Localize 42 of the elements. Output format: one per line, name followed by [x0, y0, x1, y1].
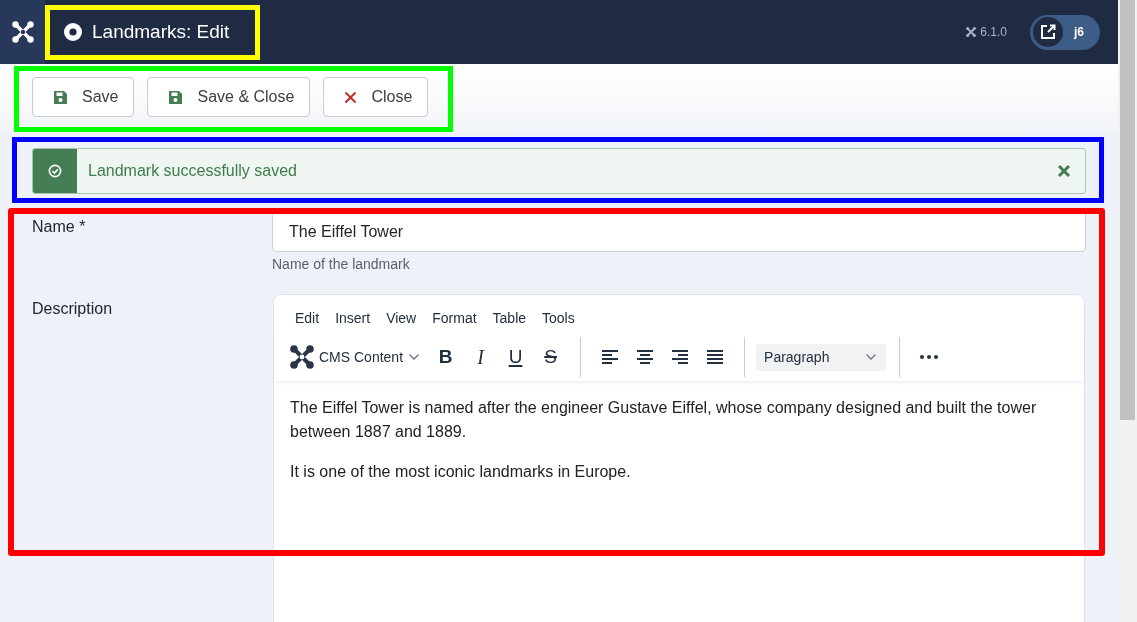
- logo-icon: [966, 27, 977, 37]
- field-label: Description: [32, 299, 114, 318]
- strikethrough-button[interactable]: S: [544, 347, 557, 367]
- close-icon: [344, 90, 358, 104]
- justify-icon[interactable]: [706, 350, 723, 364]
- logo-icon: [290, 345, 314, 369]
- scrollbar-thumb[interactable]: [1120, 0, 1135, 420]
- close-icon[interactable]: [1057, 164, 1071, 178]
- scrollbar-track[interactable]: [1118, 0, 1137, 622]
- more-icon[interactable]: [919, 355, 938, 359]
- version-text: 6.1.0: [980, 25, 1007, 39]
- toolbar-button[interactable]: Save & Close: [147, 77, 311, 117]
- field-hint: Name of the landmark: [272, 256, 410, 273]
- bold-button[interactable]: B: [438, 347, 453, 367]
- logo-icon[interactable]: [0, 0, 45, 64]
- content-dropdown[interactable]: CMS Content: [290, 345, 420, 369]
- menu-item[interactable]: Format: [432, 309, 477, 327]
- alert-message: Landmark successfully saved: [88, 162, 297, 180]
- chevron-down-icon: [866, 354, 877, 360]
- external-link-icon: [1033, 17, 1063, 47]
- menu-item[interactable]: Insert: [335, 309, 371, 327]
- align-left-icon[interactable]: [601, 350, 618, 364]
- toolbar-button[interactable]: Close: [323, 77, 429, 117]
- align-right-icon[interactable]: [671, 350, 688, 364]
- toolbar-button[interactable]: Save: [32, 77, 135, 117]
- underline-button[interactable]: U: [508, 347, 523, 367]
- dot-circle-icon: [64, 23, 82, 41]
- menu-item[interactable]: Edit: [295, 309, 320, 327]
- rich-text-field[interactable]: The Eiffel Tower is named after the engineer Gustave Eiffel, whose company designed and built the tower between 1887 and 1889. It is one of the most iconic landmarks in Europe.: [274, 381, 1084, 622]
- block-format-select[interactable]: Paragraph: [756, 343, 887, 371]
- chevron-down-icon: [409, 354, 420, 360]
- site-link-button[interactable]: j6: [1030, 14, 1100, 50]
- menu-item[interactable]: Tools: [542, 309, 575, 327]
- field-label: Name *: [32, 217, 87, 236]
- name-input[interactable]: The Eiffel Tower: [272, 211, 1086, 252]
- menu-item[interactable]: Table: [492, 309, 527, 327]
- align-center-icon[interactable]: [636, 350, 653, 364]
- paragraph-text: The Eiffel Tower is named after the engineer Gustave Eiffel, whose company designed and built the tower between 1887 and 1889.: [290, 398, 1038, 442]
- italic-button[interactable]: I: [477, 347, 484, 367]
- paragraph-text: It is one of the most iconic landmarks in Europe.: [290, 462, 632, 482]
- page-title: Landmarks: Edit: [92, 21, 230, 43]
- menu-item[interactable]: View: [386, 309, 417, 327]
